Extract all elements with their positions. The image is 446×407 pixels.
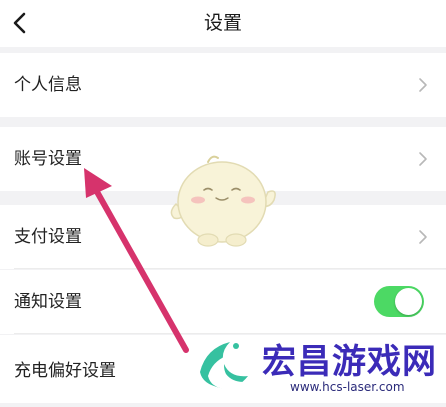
settings-item-label: 支付设置 [14, 227, 82, 247]
watermark-url: www.hcs-laser.com [290, 380, 405, 394]
watermark-text: 宏昌游戏网 [262, 342, 437, 382]
settings-item-label: 充电偏好设置 [14, 361, 116, 381]
chevron-right-icon [419, 230, 427, 244]
mascot-illustration [170, 155, 276, 247]
toggle-knob [395, 288, 422, 315]
chevron-right-icon [419, 152, 427, 166]
settings-item-personal-info[interactable]: 个人信息 [0, 53, 446, 117]
chevron-right-icon [419, 78, 427, 92]
settings-item-label: 账号设置 [14, 149, 82, 169]
settings-item-label: 通知设置 [14, 292, 82, 312]
top-nav-bar: 设置 [0, 0, 446, 47]
row-divider [14, 268, 446, 269]
watermark-logo-icon [200, 342, 248, 390]
settings-item-label: 个人信息 [14, 75, 82, 95]
notifications-toggle[interactable] [374, 286, 424, 317]
settings-item-notifications: 通知设置 [0, 270, 446, 334]
page-title: 设置 [203, 12, 242, 34]
watermark: 宏昌游戏网 www.hcs-laser.com [180, 330, 446, 403]
